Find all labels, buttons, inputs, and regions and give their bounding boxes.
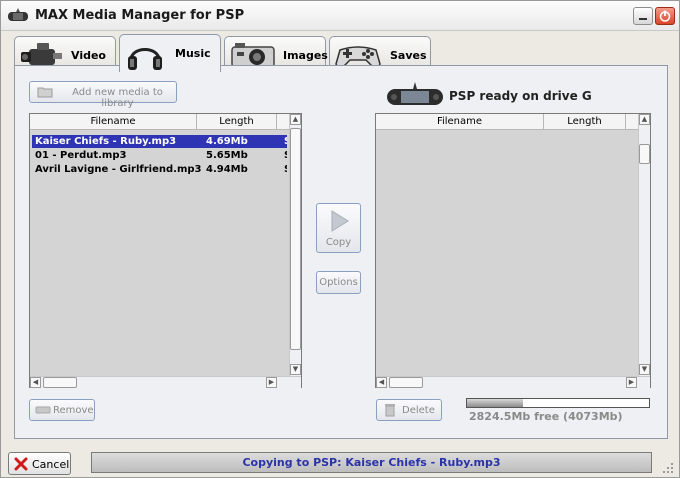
scroll-thumb[interactable] [389, 377, 423, 388]
library-horizontal-scrollbar[interactable]: ◀ ▶ [30, 376, 301, 388]
library-list-header: Filename Length [30, 114, 289, 130]
add-media-label: Add new media to library [72, 87, 163, 109]
row-length: 4.69Mb [206, 136, 248, 147]
minimize-button[interactable] [633, 7, 653, 25]
scroll-down-arrow-icon[interactable]: ▼ [639, 364, 650, 375]
scroll-up-arrow-icon[interactable]: ▲ [290, 114, 301, 125]
window-title: MAX Media Manager for PSP [35, 8, 245, 23]
row-length: 4.94Mb [206, 164, 248, 175]
remove-label: Remove [53, 405, 94, 416]
column-header-filename[interactable]: Filename [376, 114, 544, 130]
row-extra: S [284, 149, 287, 162]
tab-music[interactable]: Music [119, 34, 221, 72]
row-length: 5.65Mb [206, 150, 248, 161]
psp-list-header: Filename Length [376, 114, 638, 130]
library-vertical-scrollbar[interactable]: ▲ ▼ [289, 114, 301, 376]
psp-list[interactable]: Filename Length ▲ ▼ ◀ ▶ [375, 113, 651, 388]
column-header-length[interactable]: Length [544, 114, 626, 130]
scroll-left-arrow-icon[interactable]: ◀ [376, 377, 387, 388]
psp-device-icon [387, 82, 443, 105]
cancel-label: Cancel [32, 458, 70, 471]
scroll-up-arrow-icon[interactable]: ▲ [639, 114, 650, 125]
row-extra: S [284, 163, 287, 176]
add-media-button[interactable]: Add new media to library [29, 81, 177, 109]
folder-icon [37, 87, 53, 98]
row-filename: Kaiser Chiefs - Ruby.mp3 [35, 136, 177, 147]
library-row[interactable]: 01 - Perdut.mp3 5.65Mb S [32, 149, 287, 162]
close-button[interactable] [655, 7, 675, 25]
power-icon [659, 10, 671, 22]
delete-button[interactable]: Delete [376, 399, 442, 421]
column-header-length[interactable]: Length [197, 114, 277, 130]
disk-usage-fill [467, 399, 524, 407]
psp-vertical-scrollbar[interactable]: ▲ ▼ [638, 114, 650, 376]
remove-button[interactable]: Remove [29, 399, 95, 421]
tab-label-video: Video [71, 49, 106, 62]
psp-app-icon [8, 8, 28, 21]
play-arrow-icon [331, 210, 349, 232]
copy-button[interactable]: Copy [316, 203, 361, 253]
psp-horizontal-scrollbar[interactable]: ◀ ▶ [376, 376, 650, 388]
title-bar[interactable]: MAX Media Manager for PSP [1, 1, 679, 31]
free-space-text: 2824.5Mb free (4073Mb) [469, 410, 623, 423]
delete-label: Delete [402, 405, 435, 416]
status-text: Copying to PSP: Kaiser Chiefs - Ruby.mp3 [242, 456, 501, 469]
library-row[interactable]: Avril Lavigne - Girlfriend.mp3 4.94Mb S [32, 163, 287, 176]
remove-icon [35, 406, 51, 414]
scroll-thumb[interactable] [290, 128, 301, 350]
options-button[interactable]: Options [316, 271, 361, 294]
scroll-thumb[interactable] [43, 377, 77, 388]
cancel-button[interactable]: Cancel [8, 452, 71, 475]
app-window: MAX Media Manager for PSP Video Music Im… [0, 0, 680, 478]
psp-status-text: PSP ready on drive G [449, 89, 592, 103]
row-extra: S [284, 135, 287, 148]
row-filename: 01 - Perdut.mp3 [35, 150, 127, 161]
options-label: Options [319, 277, 358, 288]
scroll-right-arrow-icon[interactable]: ▶ [626, 377, 637, 388]
library-list[interactable]: Filename Length Kaiser Chiefs - Ruby.mp3… [29, 113, 302, 388]
scroll-left-arrow-icon[interactable]: ◀ [30, 377, 41, 388]
scroll-right-arrow-icon[interactable]: ▶ [266, 377, 277, 388]
library-row[interactable]: Kaiser Chiefs - Ruby.mp3 4.69Mb S [32, 135, 287, 148]
resize-grip-icon[interactable] [661, 461, 675, 475]
tab-label-music: Music [175, 47, 211, 60]
tab-label-images: Images [283, 49, 328, 62]
tab-label-saves: Saves [390, 49, 427, 62]
scroll-down-arrow-icon[interactable]: ▼ [290, 364, 301, 375]
copy-label: Copy [325, 237, 352, 248]
row-filename: Avril Lavigne - Girlfriend.mp3 [35, 164, 202, 175]
trash-icon [385, 404, 395, 417]
disk-usage-bar [466, 398, 650, 408]
status-bar: Copying to PSP: Kaiser Chiefs - Ruby.mp3 [91, 452, 652, 473]
headphones-icon [128, 48, 162, 70]
column-header-filename[interactable]: Filename [30, 114, 197, 130]
cancel-x-icon [14, 457, 28, 471]
scroll-thumb[interactable] [639, 144, 650, 164]
